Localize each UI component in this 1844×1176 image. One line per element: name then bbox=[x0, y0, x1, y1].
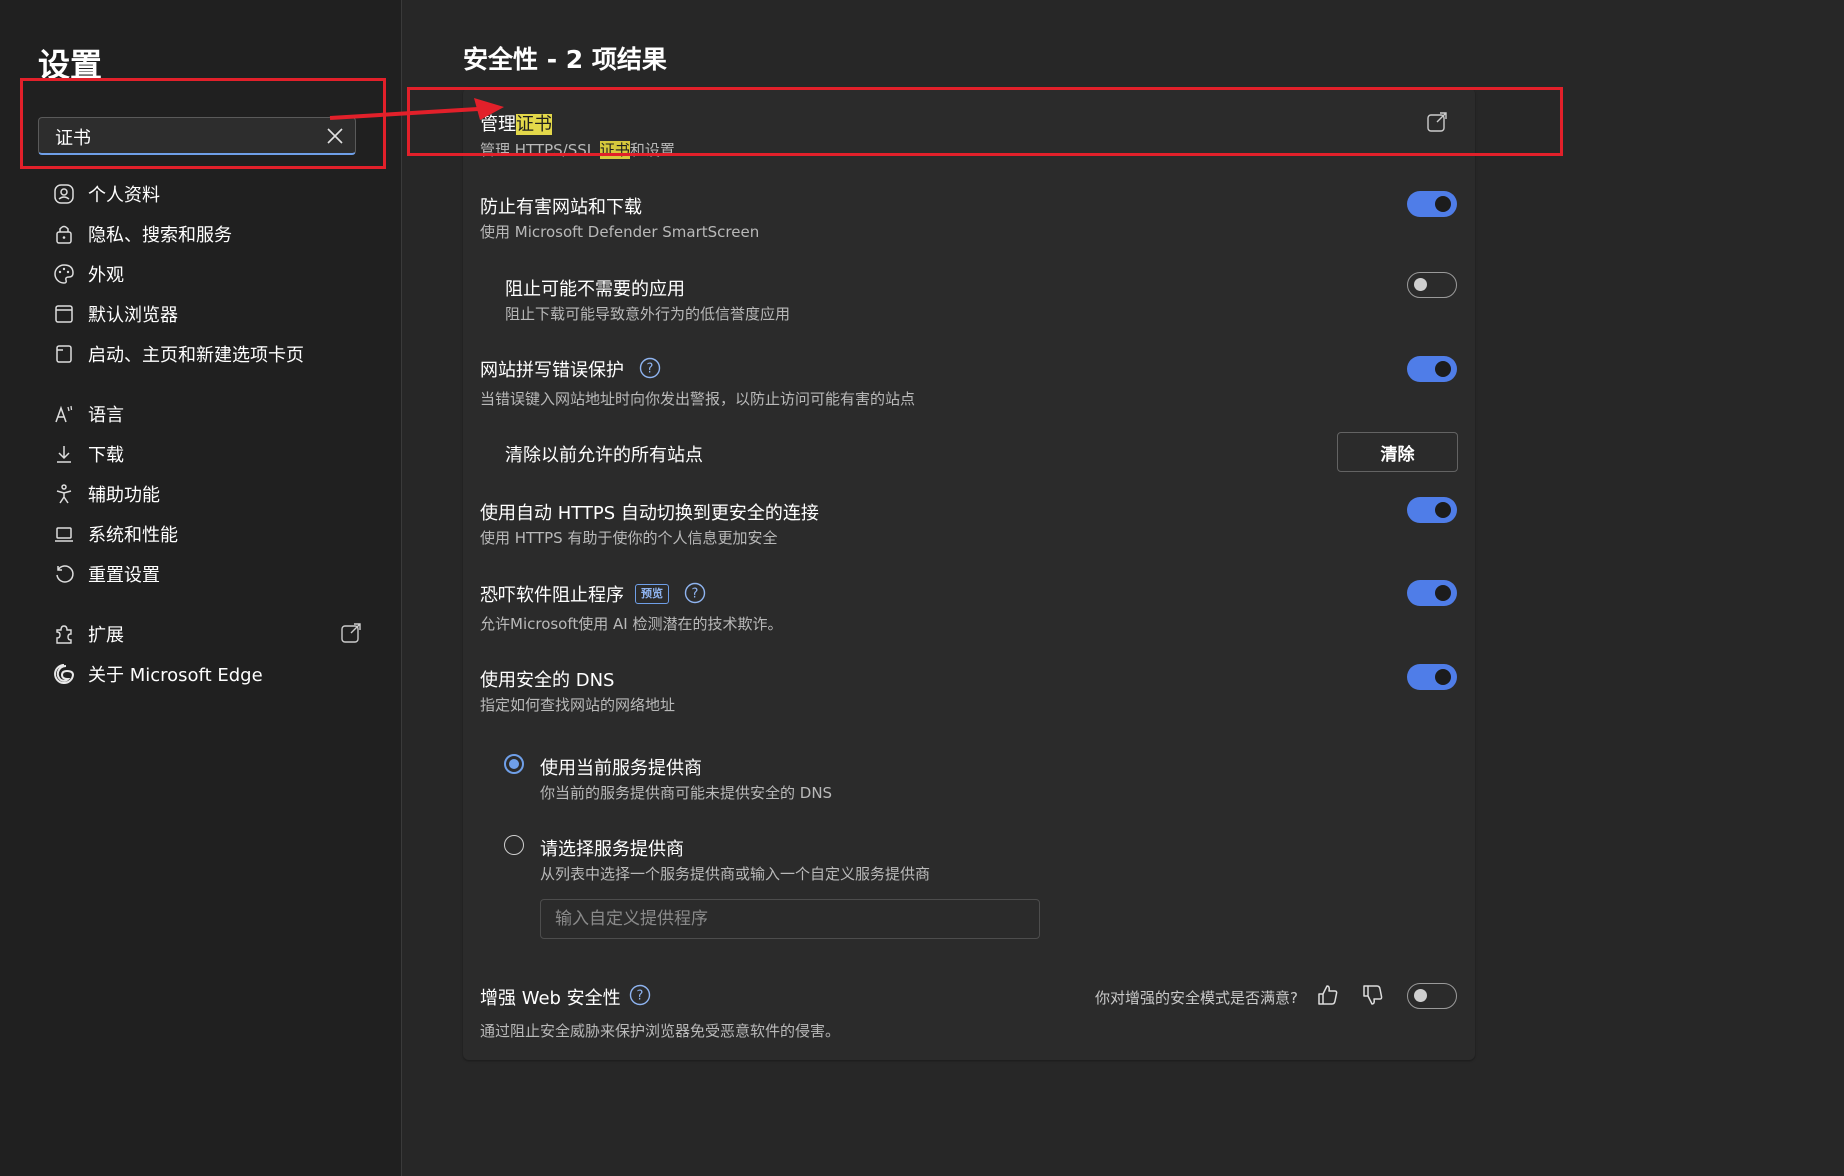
secure-dns-toggle[interactable] bbox=[1407, 664, 1457, 690]
sidebar-item-start-home[interactable]: 启动、主页和新建选项卡页 bbox=[52, 339, 362, 369]
secure-dns-subtitle: 指定如何查找网站的网络地址 bbox=[480, 696, 676, 714]
smartscreen-toggle[interactable] bbox=[1407, 191, 1457, 217]
dns-choose-provider-radio[interactable] bbox=[504, 835, 524, 855]
feedback-question: 你对增强的安全模式是否满意? bbox=[1095, 989, 1298, 1007]
dns-choose-provider-subtitle: 从列表中选择一个服务提供商或输入一个自定义服务提供商 bbox=[540, 865, 931, 883]
scareware-blocker-subtitle: 允许Microsoft使用 AI 检测潜在的技术欺诈。 bbox=[480, 615, 783, 633]
enhanced-security-toggle[interactable] bbox=[1407, 983, 1457, 1009]
sidebar-item-label: 外观 bbox=[88, 265, 124, 286]
puzzle-icon bbox=[52, 622, 76, 646]
scareware-blocker-title: 恐吓软件阻止程序 bbox=[480, 585, 624, 606]
dns-current-provider-subtitle: 你当前的服务提供商可能未提供安全的 DNS bbox=[540, 784, 833, 802]
secure-dns-title: 使用安全的 DNS bbox=[480, 670, 615, 691]
sidebar-item-about[interactable]: 关于 Microsoft Edge bbox=[52, 659, 362, 689]
sidebar-item-label: 扩展 bbox=[88, 625, 124, 646]
edge-logo-icon bbox=[52, 662, 76, 686]
help-icon[interactable]: ? bbox=[629, 984, 651, 1006]
sidebar-item-default-browser[interactable]: 默认浏览器 bbox=[52, 299, 362, 329]
help-icon[interactable]: ? bbox=[684, 582, 706, 604]
laptop-icon bbox=[52, 522, 76, 546]
dns-current-provider-radio[interactable] bbox=[504, 754, 524, 774]
sidebar-item-privacy[interactable]: 隐私、搜索和服务 bbox=[52, 219, 362, 249]
palette-icon bbox=[52, 262, 76, 286]
sidebar-item-label: 隐私、搜索和服务 bbox=[88, 225, 232, 246]
pua-subtitle: 阻止下载可能导致意外行为的低信誉度应用 bbox=[505, 305, 791, 323]
thumbs-down-icon[interactable] bbox=[1361, 983, 1385, 1007]
enhanced-security-title: 增强 Web 安全性 bbox=[480, 988, 621, 1009]
typo-protection-subtitle: 当错误键入网站地址时向你发出警报，以防止访问可能有害的站点 bbox=[480, 390, 916, 408]
profile-icon bbox=[52, 182, 76, 206]
enhanced-security-subtitle: 通过阻止安全威胁来保护浏览器免受恶意软件的侵害。 bbox=[480, 1022, 841, 1040]
reset-icon bbox=[52, 562, 76, 586]
custom-provider-input[interactable] bbox=[540, 899, 1040, 939]
sidebar-item-label: 下载 bbox=[88, 445, 124, 466]
sidebar-item-profile[interactable]: 个人资料 bbox=[52, 179, 362, 209]
lock-icon bbox=[52, 222, 76, 246]
sidebar-item-label: 关于 Microsoft Edge bbox=[88, 665, 263, 686]
sidebar-item-language[interactable]: 语言 bbox=[52, 399, 362, 429]
dns-current-provider-title: 使用当前服务提供商 bbox=[540, 758, 702, 779]
sidebar-item-extensions[interactable]: 扩展 bbox=[52, 619, 362, 649]
typo-protection-toggle[interactable] bbox=[1407, 356, 1457, 382]
sidebar: 设置 个人资料 隐私、搜索和服务 外观 默认浏览器 启动、主页和新建选项卡页 bbox=[0, 0, 402, 1176]
thumbs-up-icon[interactable] bbox=[1316, 983, 1340, 1007]
smartscreen-subtitle: 使用 Microsoft Defender SmartScreen bbox=[480, 223, 760, 241]
clear-button[interactable]: 清除 bbox=[1337, 432, 1458, 472]
auto-https-toggle[interactable] bbox=[1407, 497, 1457, 523]
annotation-box-manage-certificates bbox=[407, 87, 1563, 156]
dns-choose-provider-title: 请选择服务提供商 bbox=[540, 839, 684, 860]
sidebar-item-accessibility[interactable]: 辅助功能 bbox=[52, 479, 362, 509]
sidebar-item-label: 启动、主页和新建选项卡页 bbox=[88, 345, 304, 366]
sidebar-item-label: 默认浏览器 bbox=[88, 305, 178, 326]
annotation-arrow bbox=[329, 98, 504, 120]
sidebar-item-reset[interactable]: 重置设置 bbox=[52, 559, 362, 589]
help-icon[interactable]: ? bbox=[639, 357, 661, 379]
svg-text:?: ? bbox=[637, 989, 644, 1004]
accessibility-icon bbox=[52, 482, 76, 506]
svg-text:?: ? bbox=[692, 587, 699, 602]
language-icon bbox=[52, 402, 76, 426]
sidebar-item-system[interactable]: 系统和性能 bbox=[52, 519, 362, 549]
download-icon bbox=[52, 442, 76, 466]
svg-text:?: ? bbox=[647, 362, 654, 377]
typo-protection-title: 网站拼写错误保护 bbox=[480, 360, 624, 381]
sidebar-item-appearance[interactable]: 外观 bbox=[52, 259, 362, 289]
external-link-icon bbox=[341, 623, 361, 643]
home-page-icon bbox=[52, 342, 76, 366]
preview-badge: 预览 bbox=[635, 584, 669, 604]
smartscreen-title: 防止有害网站和下载 bbox=[480, 197, 642, 218]
sidebar-item-label: 个人资料 bbox=[88, 185, 160, 206]
page-title: 安全性 - 2 项结果 bbox=[463, 45, 667, 74]
pua-toggle[interactable] bbox=[1407, 272, 1457, 298]
sidebar-item-label: 重置设置 bbox=[88, 565, 160, 586]
auto-https-subtitle: 使用 HTTPS 有助于使你的个人信息更加安全 bbox=[480, 529, 778, 547]
scareware-blocker-toggle[interactable] bbox=[1407, 580, 1457, 606]
pua-title: 阻止可能不需要的应用 bbox=[505, 279, 685, 300]
sidebar-item-downloads[interactable]: 下载 bbox=[52, 439, 362, 469]
browser-icon bbox=[52, 302, 76, 326]
clear-sites-title: 清除以前允许的所有站点 bbox=[505, 445, 703, 466]
sidebar-item-label: 系统和性能 bbox=[88, 525, 178, 546]
sidebar-item-label: 辅助功能 bbox=[88, 485, 160, 506]
auto-https-title: 使用自动 HTTPS 自动切换到更安全的连接 bbox=[480, 503, 819, 524]
sidebar-item-label: 语言 bbox=[88, 405, 124, 426]
